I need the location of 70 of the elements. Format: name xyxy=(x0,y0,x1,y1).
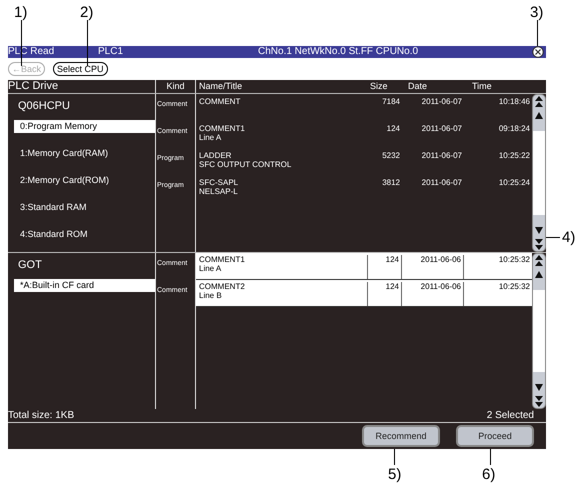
name-cell-text: COMMENT1 Line A xyxy=(198,124,246,144)
drive-item[interactable]: 2:Memory Card(ROM) xyxy=(8,174,155,187)
file-row[interactable]: COMMENT 7184 2011-06-07 10:18:46 xyxy=(196,94,532,121)
date-cell: 2011-06-06 xyxy=(402,255,464,279)
leader-line xyxy=(394,449,395,465)
time-cell-text: 10:25:22 xyxy=(498,151,531,162)
file-row[interactable]: COMMENT2 Line B 124 2011-06-06 10:25:32 xyxy=(196,280,532,307)
connection-info: ChNo.1 NetWkNo.0 St.FF CPUNo.0 xyxy=(258,46,420,58)
callout-number: 4) xyxy=(562,229,576,246)
panel-heading: PLC Drive xyxy=(8,80,156,93)
file-row[interactable]: COMMENT1 Line A 124 2011-06-06 10:25:32 xyxy=(196,253,532,280)
total-size: Total size: 1KB xyxy=(8,409,74,422)
close-icon[interactable] xyxy=(532,46,544,58)
size-cell-text: 5232 xyxy=(381,151,401,162)
file-row[interactable]: LADDER SFC OUTPUT CONTROL 5232 2011-06-07 10:25:22 xyxy=(196,148,532,175)
scroll-bottom-icon[interactable] xyxy=(533,394,545,408)
proceed-button[interactable]: Proceed xyxy=(456,425,534,447)
cpu-name: GOT xyxy=(17,258,43,273)
column-header: Size xyxy=(369,80,389,93)
file-row[interactable]: SFC-SAPL NELSAP-L 3812 2011-06-07 10:25:24 xyxy=(196,175,532,202)
callout-number: 6) xyxy=(482,466,496,483)
scroll-bar[interactable] xyxy=(532,94,546,252)
leader-line xyxy=(537,20,538,46)
date-cell-text: 2011-06-07 xyxy=(420,151,463,162)
name-cell-text: SFC-SAPL NELSAP-L xyxy=(198,178,240,198)
name-cell: COMMENT1 Line A xyxy=(196,255,368,279)
callout-number: 5) xyxy=(388,466,402,483)
leader-line xyxy=(87,20,88,66)
selected-count: 2 Selected xyxy=(486,409,534,422)
drive-item[interactable]: 1:Memory Card(RAM) xyxy=(8,147,155,160)
time-cell-text: 10:25:32 xyxy=(498,282,531,293)
leader-line xyxy=(490,449,491,465)
scroll-bar[interactable] xyxy=(532,253,546,409)
drive-item[interactable]: 0:Program Memory xyxy=(14,120,155,133)
callout-number: 2) xyxy=(80,4,94,21)
size-cell: 124 xyxy=(368,255,402,279)
name-cell-text: COMMENT xyxy=(198,97,242,108)
time-cell-text: 10:25:24 xyxy=(498,178,531,189)
drive-item[interactable]: 3:Standard RAM xyxy=(8,201,155,214)
scroll-top-icon[interactable] xyxy=(533,95,545,109)
leader-line xyxy=(21,20,22,66)
column-header: Kind xyxy=(156,80,196,93)
time-cell-text: 10:18:46 xyxy=(498,97,531,108)
callout-number: 1) xyxy=(14,4,28,21)
scroll-bottom-icon[interactable] xyxy=(533,237,545,251)
date-cell: 2011-06-06 xyxy=(402,282,464,306)
name-cell-text: LADDER SFC OUTPUT CONTROL xyxy=(198,151,292,171)
size-cell: 124 xyxy=(368,282,402,306)
station-label: PLC1 xyxy=(98,46,124,58)
column-header: Time xyxy=(471,80,493,93)
callout-number: 3) xyxy=(530,4,544,21)
drive-item[interactable]: 4:Standard ROM xyxy=(8,228,155,241)
name-cell: COMMENT2 Line B xyxy=(196,282,368,306)
file-row[interactable]: COMMENT1 Line A 124 2011-06-07 09:18:24 xyxy=(196,121,532,148)
recommend-button[interactable]: Recommend xyxy=(362,425,440,447)
time-cell-text: 09:18:24 xyxy=(498,124,531,135)
size-cell-text: 7184 xyxy=(381,97,401,108)
date-cell-text: 2011-06-07 xyxy=(420,97,463,108)
cpu-name: Q06HCPU xyxy=(17,99,71,114)
date-cell-text: 2011-06-07 xyxy=(420,124,463,135)
scroll-top-icon[interactable] xyxy=(533,254,545,268)
select-cpu-button[interactable]: Select CPU xyxy=(53,62,108,76)
column-header: Name/Title xyxy=(198,80,244,93)
column-header: Date xyxy=(407,80,428,93)
time-cell-text: 10:25:32 xyxy=(498,255,531,266)
size-cell-text: 124 xyxy=(386,124,401,135)
leader-line xyxy=(546,237,560,238)
drive-item[interactable]: *A:Built-in CF card xyxy=(14,279,155,292)
size-cell-text: 3812 xyxy=(381,178,401,189)
date-cell-text: 2011-06-07 xyxy=(420,178,463,189)
